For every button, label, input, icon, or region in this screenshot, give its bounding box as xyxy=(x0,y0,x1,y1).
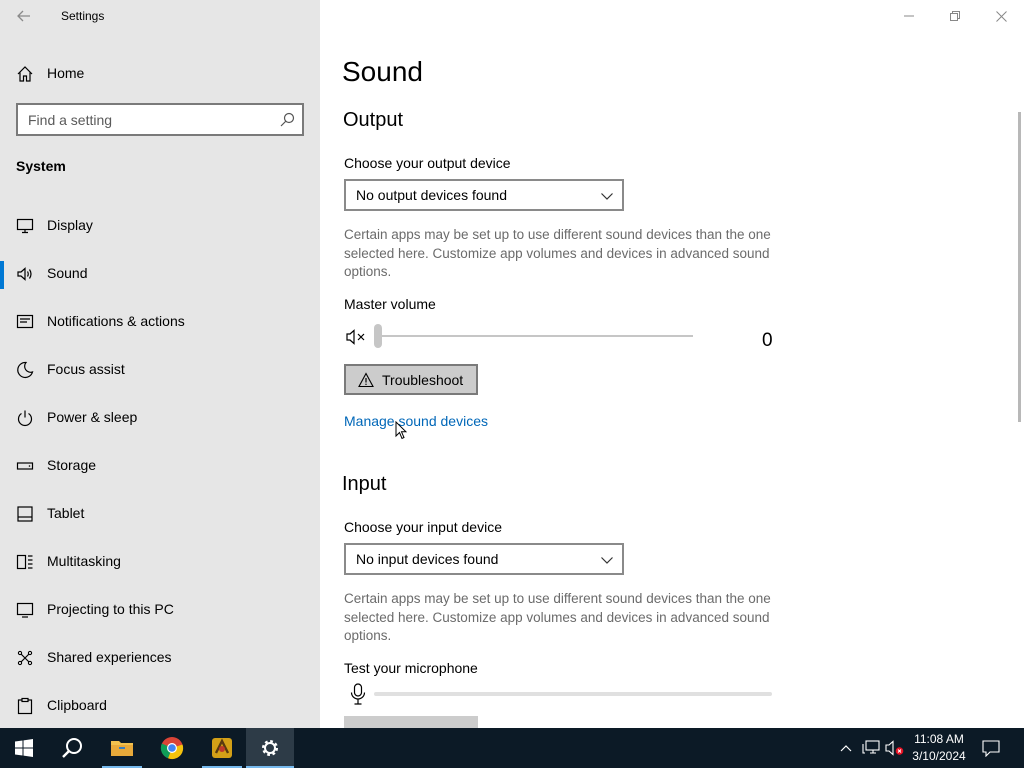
network-icon xyxy=(862,740,880,754)
chevron-down-icon xyxy=(601,557,613,564)
notification-icon xyxy=(16,314,34,329)
system-clock[interactable]: 11:08 AM 3/10/2024 xyxy=(906,731,972,765)
network-tray-button[interactable] xyxy=(861,738,881,758)
master-volume-row xyxy=(344,322,784,352)
sidebar-item-label: Projecting to this PC xyxy=(47,601,174,617)
multitasking-icon xyxy=(16,554,33,570)
taskbar: 11:08 AM 3/10/2024 xyxy=(0,728,1024,768)
sidebar-item-focus-assist[interactable]: Focus assist xyxy=(0,349,320,397)
sidebar-item-tablet[interactable]: Tablet xyxy=(0,493,320,541)
microphone-level-row xyxy=(344,682,784,706)
notification-icon xyxy=(982,739,1000,757)
display-icon xyxy=(16,218,34,234)
microphone-icon xyxy=(350,683,366,705)
warning-icon xyxy=(358,372,374,388)
volume-tray-button[interactable] xyxy=(885,738,905,758)
section-header: System xyxy=(16,158,66,174)
output-description: Certain apps may be set up to use differ… xyxy=(344,227,771,279)
mouse-cursor-icon xyxy=(395,421,407,440)
sidebar-item-clipboard[interactable]: Clipboard xyxy=(0,685,320,733)
manage-sound-devices-link[interactable]: Manage sound devices xyxy=(344,413,488,429)
volume-value: 0 xyxy=(762,330,773,351)
sidebar-item-power-sleep[interactable]: Power & sleep xyxy=(0,397,320,445)
input-device-label: Choose your input device xyxy=(344,519,502,535)
scrollbar[interactable] xyxy=(1018,112,1021,422)
output-heading: Output xyxy=(343,109,404,131)
taskbar-chrome[interactable] xyxy=(148,728,196,768)
sidebar-item-storage[interactable]: Storage xyxy=(0,445,320,493)
show-hidden-icons-button[interactable] xyxy=(836,738,856,758)
search-icon xyxy=(280,112,295,127)
search-icon xyxy=(62,738,82,758)
volume-slider-track[interactable] xyxy=(378,335,693,337)
clipboard-icon xyxy=(17,697,33,715)
sidebar-item-shared-experiences[interactable]: Shared experiences xyxy=(0,637,320,685)
app-title: Settings xyxy=(61,9,105,23)
sidebar-item-projecting[interactable]: Projecting to this PC xyxy=(0,589,320,637)
search-box[interactable] xyxy=(16,103,304,136)
sidebar-item-label: Focus assist xyxy=(47,361,125,377)
file-explorer-icon xyxy=(111,741,133,756)
tablet-icon xyxy=(17,506,33,522)
projecting-icon xyxy=(16,602,34,618)
back-button[interactable] xyxy=(12,4,36,28)
search-input[interactable] xyxy=(28,111,278,129)
home-icon xyxy=(17,66,33,82)
chevron-up-icon xyxy=(840,745,852,752)
clock-date: 3/10/2024 xyxy=(912,749,966,763)
start-icon xyxy=(15,739,33,757)
sidebar-item-home[interactable]: Home xyxy=(0,56,320,92)
start-button[interactable] xyxy=(0,728,48,768)
taskbar-app[interactable] xyxy=(198,728,246,768)
moon-icon xyxy=(17,361,34,379)
troubleshoot-button[interactable]: Troubleshoot xyxy=(344,364,478,395)
sidebar-nav: Display Sound Notifications & actions Fo… xyxy=(0,205,320,733)
back-arrow-icon xyxy=(17,10,30,22)
settings-icon xyxy=(262,740,278,756)
microphone-level-bar xyxy=(374,692,772,696)
input-device-value: No input devices found xyxy=(356,551,499,567)
sidebar-item-label: Home xyxy=(47,65,85,81)
storage-icon xyxy=(16,462,34,470)
chrome-icon xyxy=(160,737,184,760)
sidebar-item-display[interactable]: Display xyxy=(0,205,320,253)
shared-icon xyxy=(17,650,33,666)
page-title: Sound xyxy=(342,56,423,87)
volume-muted-icon xyxy=(885,740,904,756)
sidebar-item-label: Tablet xyxy=(47,505,85,521)
taskbar-file-explorer[interactable] xyxy=(98,728,146,768)
sidebar-item-label: Multitasking xyxy=(47,553,121,569)
chevron-down-icon xyxy=(601,193,613,200)
sidebar-item-multitasking[interactable]: Multitasking xyxy=(0,541,320,589)
mute-icon[interactable] xyxy=(346,327,368,347)
taskbar-search-button[interactable] xyxy=(48,728,96,768)
sidebar: Settings Home System Display Sound Notif… xyxy=(0,0,320,728)
app-icon xyxy=(212,738,232,758)
test-microphone-label: Test your microphone xyxy=(344,660,478,676)
sidebar-item-label: Display xyxy=(47,217,93,233)
sidebar-item-sound[interactable]: Sound xyxy=(0,253,320,301)
output-device-value: No output devices found xyxy=(356,187,507,203)
sidebar-item-label: Notifications & actions xyxy=(47,313,185,329)
power-icon xyxy=(17,410,33,427)
troubleshoot-label: Troubleshoot xyxy=(382,372,464,388)
output-device-dropdown[interactable]: No output devices found xyxy=(344,179,624,211)
input-heading: Input xyxy=(342,473,387,495)
sidebar-item-label: Clipboard xyxy=(47,697,107,713)
master-volume-label: Master volume xyxy=(344,296,436,312)
output-device-label: Choose your output device xyxy=(344,155,511,171)
volume-slider-thumb[interactable] xyxy=(374,324,382,348)
input-device-dropdown[interactable]: No input devices found xyxy=(344,543,624,575)
sidebar-item-label: Shared experiences xyxy=(47,649,172,665)
sidebar-item-notifications[interactable]: Notifications & actions xyxy=(0,301,320,349)
sidebar-item-label: Power & sleep xyxy=(47,409,138,425)
input-description: Certain apps may be set up to use differ… xyxy=(344,591,771,643)
action-center-button[interactable] xyxy=(981,738,1001,758)
sidebar-item-label: Sound xyxy=(47,265,88,281)
speaker-icon xyxy=(17,267,32,281)
sidebar-item-label: Storage xyxy=(47,457,97,473)
clock-time: 11:08 AM xyxy=(914,732,964,746)
taskbar-settings[interactable] xyxy=(246,728,294,768)
